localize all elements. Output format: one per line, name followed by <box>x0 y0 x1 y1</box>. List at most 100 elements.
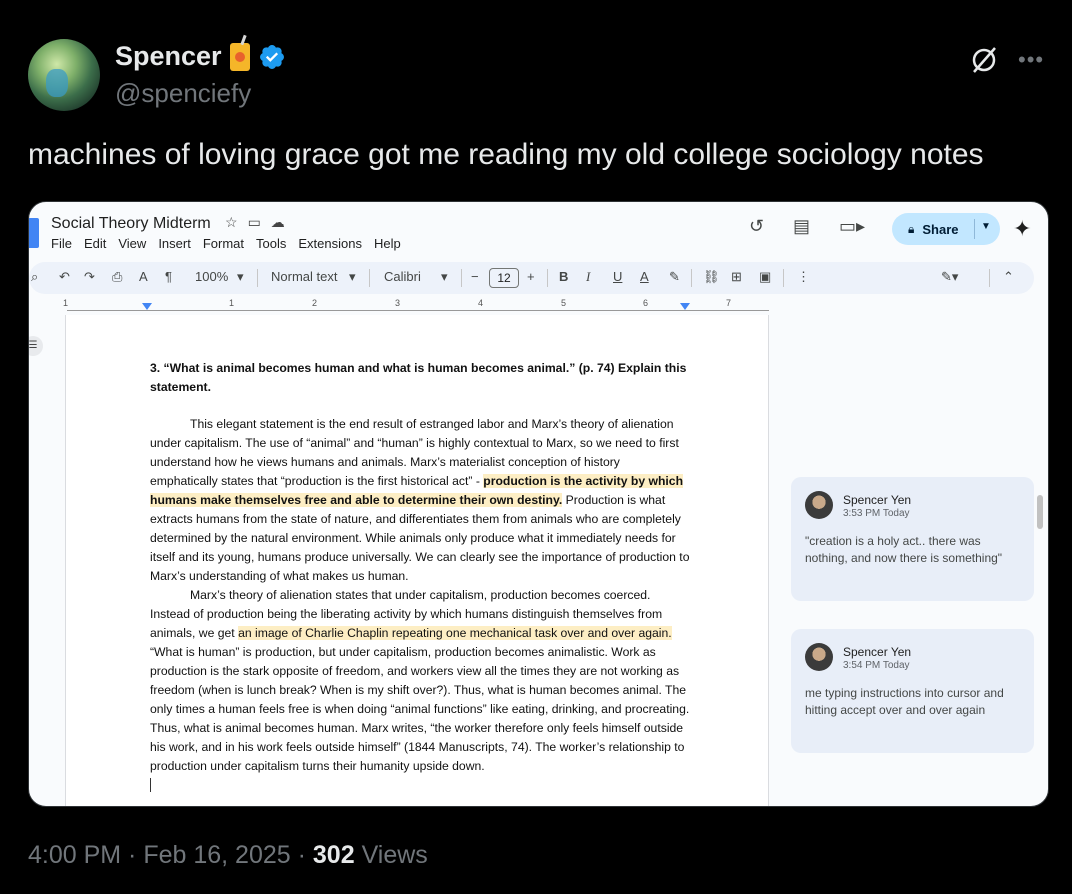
ruler-baseline <box>67 310 769 311</box>
grok-icon[interactable] <box>968 44 1000 76</box>
underline-icon: U <box>613 269 623 284</box>
style-select: Normal text <box>271 269 338 284</box>
chevron-down-icon: ▾ <box>349 269 356 284</box>
chevron-up-icon: ⌃ <box>1003 269 1014 284</box>
menu-edit: Edit <box>83 236 107 251</box>
link-icon: ⛓ <box>703 269 720 284</box>
comment-card: Spencer Yen 3:54 PM Today me typing inst… <box>791 629 1034 753</box>
toolbar-divider <box>257 269 258 287</box>
highlighted-text: an image of Charlie Chaplin repeating on… <box>238 626 672 640</box>
text-color-icon: A <box>640 269 649 284</box>
increase-font-button: + <box>527 269 535 284</box>
commenter-name: Spencer Yen <box>843 645 912 659</box>
ruler-number: 7 <box>726 298 732 308</box>
toolbar-divider <box>461 269 462 287</box>
ruler-number: 5 <box>561 298 567 308</box>
star-icon: ☆ <box>225 214 248 230</box>
share-button: 🔒︎ Share ▼ <box>892 213 1000 245</box>
tweet-date[interactable]: Feb 16, 2025 <box>143 841 290 869</box>
document-body: 3. “What is animal becomes human and wha… <box>150 359 690 792</box>
chevron-down-icon: ▾ <box>237 269 244 284</box>
ruler-number: 1 <box>63 298 69 308</box>
bold-icon: B <box>559 269 569 284</box>
spellcheck-icon: A <box>139 269 148 284</box>
title-icons: ☆▭☁ <box>225 214 295 231</box>
more-icon[interactable]: ••• <box>1018 47 1044 73</box>
ruler-number: 1 <box>229 298 235 308</box>
juice-box-emoji-icon <box>229 42 250 71</box>
comment-time: 3:53 PM Today <box>843 508 910 519</box>
more-options-icon: ⋮ <box>797 269 810 284</box>
decrease-font-button: − <box>471 269 479 284</box>
toolbar-divider <box>369 269 370 287</box>
comments-icon: ▤ <box>793 216 811 236</box>
highlight-icon: ✎ <box>669 269 680 284</box>
paint-format-icon: ¶ <box>165 269 172 284</box>
font-size-field: 12 <box>489 268 519 288</box>
ruler: 1 1 2 3 4 5 6 7 <box>29 298 769 314</box>
document-page: 3. “What is animal becomes human and wha… <box>65 315 769 806</box>
attached-screenshot[interactable]: Social Theory Midterm ☆▭☁ File Edit View… <box>28 201 1049 807</box>
comment-time: 3:54 PM Today <box>843 660 910 671</box>
author-name-row[interactable]: Spencer <box>115 41 286 72</box>
author-handle[interactable]: @spenciefy <box>115 78 251 109</box>
right-indent-marker <box>680 303 690 310</box>
undo-icon: ↶ <box>59 269 70 284</box>
tweet-meta: 4:00 PM · Feb 16, 2025 · 302 Views <box>28 841 428 869</box>
commenter-avatar <box>805 643 833 671</box>
editing-mode-icon: ✎▾ <box>941 269 959 284</box>
meet-icon: ▭▸ <box>839 216 866 236</box>
left-indent-marker <box>142 303 152 310</box>
menu-insert: Insert <box>158 236 191 251</box>
docs-logo-icon <box>29 218 39 248</box>
redo-icon: ↷ <box>84 269 95 284</box>
views-count: 302 <box>312 841 355 869</box>
ruler-number: 4 <box>478 298 484 308</box>
share-label: Share <box>922 221 959 237</box>
lock-icon: 🔒︎ <box>908 221 915 236</box>
menu-file: File <box>51 236 72 251</box>
comment-card: Spencer Yen 3:53 PM Today "creation is a… <box>791 477 1034 601</box>
author-avatar[interactable] <box>28 39 100 111</box>
tweet-text: machines of loving grace got me reading … <box>28 138 984 171</box>
paragraph-2: Marx’s theory of alienation states that … <box>150 586 690 776</box>
comment-text: "creation is a holy act.. there was noth… <box>805 534 1003 565</box>
comment-text: me typing instructions into cursor and h… <box>805 686 1004 717</box>
menu-bar: File Edit View Insert Format Tools Exten… <box>51 236 401 251</box>
question-heading: 3. “What is animal becomes human and wha… <box>150 361 687 394</box>
toolbar-divider <box>989 269 990 287</box>
ruler-number: 2 <box>312 298 318 308</box>
document-outline-icon: ☰ <box>29 336 43 356</box>
font-select: Calibri <box>384 269 421 284</box>
gemini-spark-icon: ✦ <box>1013 216 1032 241</box>
paragraph-2-text-b: “What is human” is production, but under… <box>150 645 690 773</box>
scrollbar <box>1037 495 1043 529</box>
commenter-avatar <box>805 491 833 519</box>
text-cursor <box>150 778 151 792</box>
cloud-status-icon: ☁ <box>270 214 295 230</box>
menu-tools: Tools <box>256 236 287 251</box>
toolbar-divider <box>783 269 784 287</box>
verified-badge-icon <box>259 44 284 69</box>
menu-view: View <box>118 236 147 251</box>
italic-icon: I <box>586 269 591 284</box>
zoom-select: 100% <box>195 269 229 284</box>
menu-help: Help <box>373 236 401 251</box>
print-icon: ⎙ <box>112 269 123 284</box>
paragraph-1: This elegant statement is the end result… <box>150 415 690 586</box>
version-history-icon: ↺ <box>749 216 765 236</box>
document-title: Social Theory Midterm <box>51 215 211 232</box>
comments-panel: Spencer Yen 3:53 PM Today "creation is a… <box>769 315 1048 806</box>
formatting-toolbar: ⌕ ↶ ↷ ⎙ A ¶ 100% ▾ Normal text ▾ Calibri… <box>29 262 1034 294</box>
share-divider <box>974 219 975 239</box>
commenter-name: Spencer Yen <box>843 493 912 507</box>
move-folder-icon: ▭ <box>247 214 271 230</box>
chevron-down-icon: ▼ <box>981 221 991 232</box>
author-name[interactable]: Spencer <box>115 41 222 72</box>
tweet-time[interactable]: 4:00 PM <box>28 841 121 869</box>
menu-extensions: Extensions <box>298 236 362 251</box>
menu-format: Format <box>202 236 244 251</box>
chevron-down-icon: ▾ <box>441 269 448 284</box>
insert-image-icon: ▣ <box>759 269 772 284</box>
add-comment-icon: ⊞ <box>731 269 742 284</box>
